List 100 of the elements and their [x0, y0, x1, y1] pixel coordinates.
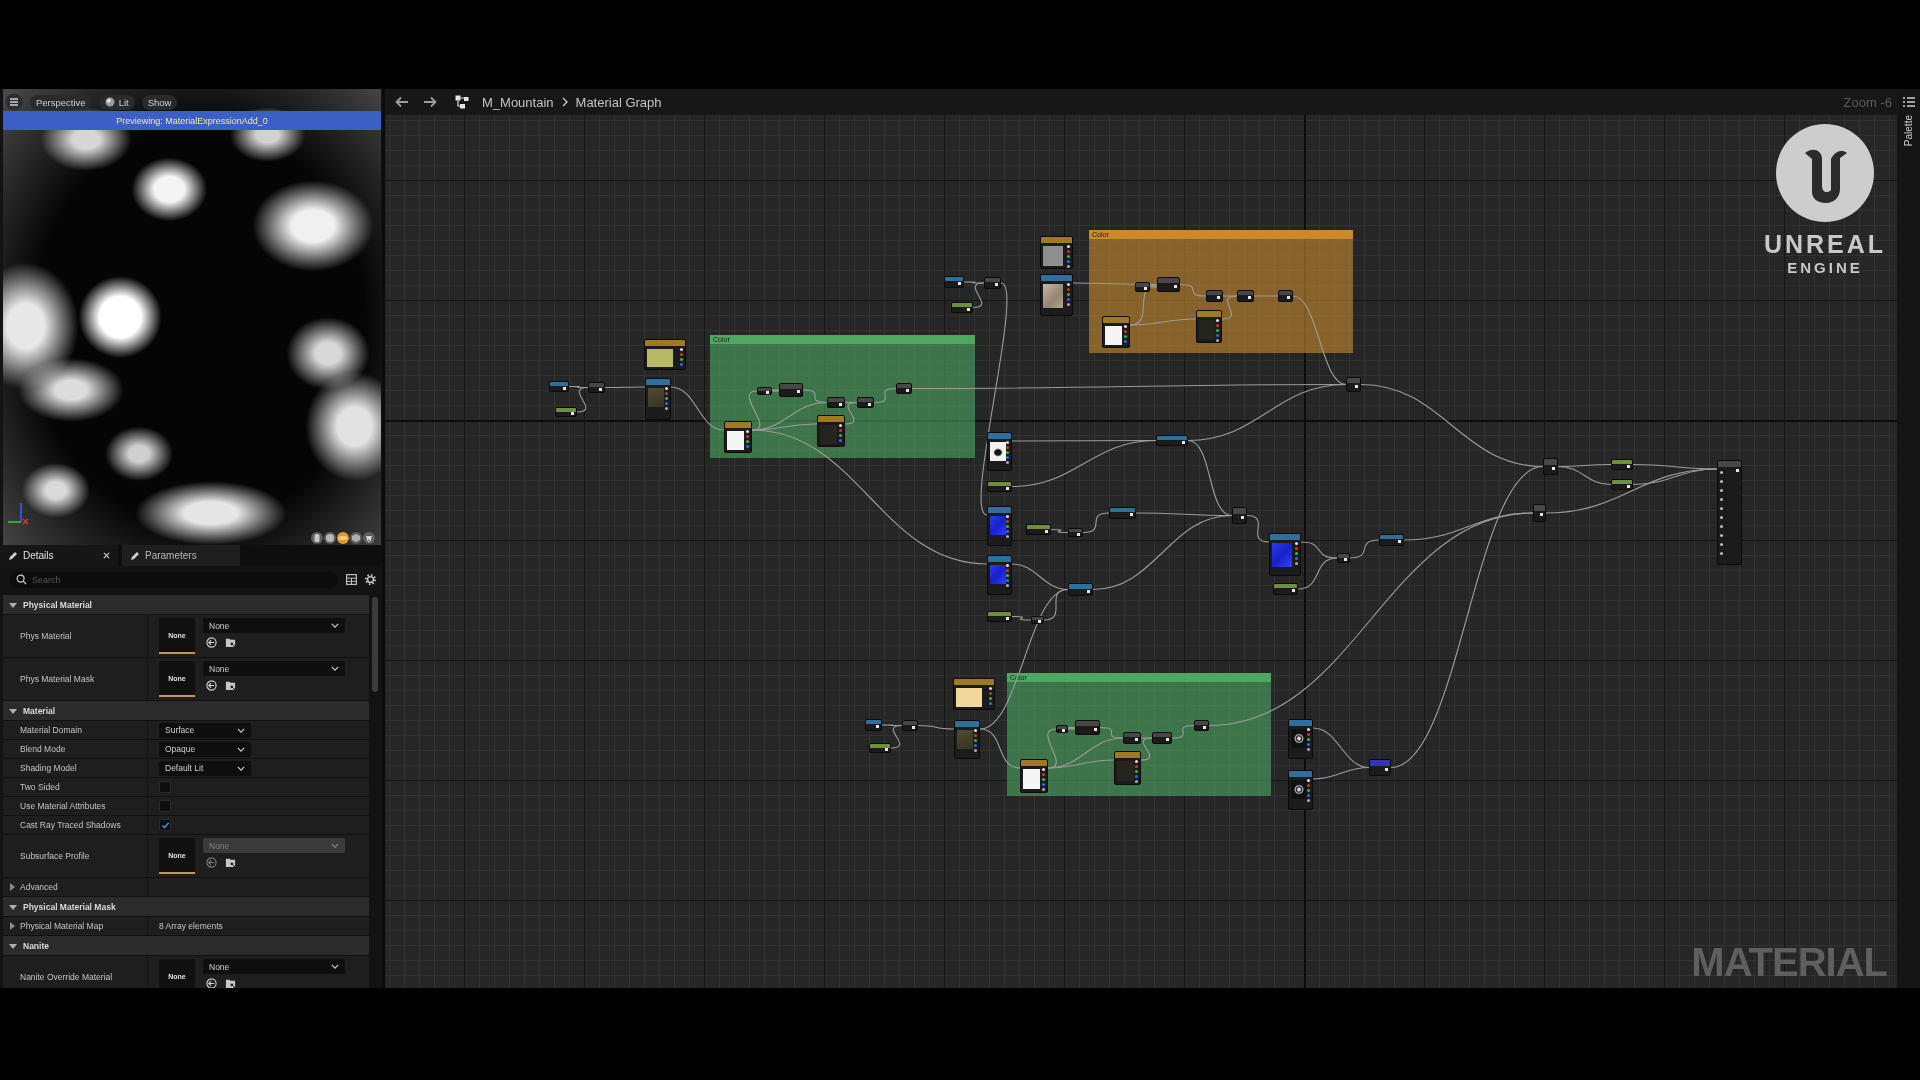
- mesh-icon[interactable]: [363, 532, 375, 544]
- material-node[interactable]: [987, 555, 1012, 595]
- cube-icon[interactable]: [350, 532, 362, 544]
- material-node[interactable]: [1273, 583, 1298, 595]
- folder-search-icon[interactable]: [225, 680, 236, 691]
- section-header[interactable]: Physical Material: [3, 595, 369, 614]
- material-node[interactable]: [827, 397, 845, 408]
- material-node[interactable]: [1611, 459, 1633, 470]
- material-node[interactable]: [984, 277, 1001, 289]
- material-node[interactable]: [902, 720, 918, 731]
- material-node[interactable]: [1068, 528, 1083, 537]
- material-node[interactable]: [1196, 310, 1222, 343]
- caret-icon[interactable]: [8, 922, 16, 930]
- material-node[interactable]: [1278, 290, 1293, 302]
- material-node[interactable]: [1114, 751, 1141, 785]
- material-node[interactable]: [1369, 759, 1391, 776]
- breadcrumb-link[interactable]: M_Mountain: [482, 94, 554, 110]
- material-node[interactable]: [1109, 507, 1136, 519]
- material-node[interactable]: [1135, 282, 1150, 292]
- checkbox[interactable]: [159, 819, 171, 831]
- material-node[interactable]: [869, 743, 891, 753]
- material-node[interactable]: [1288, 770, 1313, 810]
- checkbox[interactable]: [159, 781, 171, 793]
- palette-tab[interactable]: Palette: [1903, 115, 1914, 147]
- material-node[interactable]: [987, 611, 1012, 622]
- section-header[interactable]: Physical Material Mask: [3, 897, 369, 916]
- material-node[interactable]: [1533, 504, 1546, 522]
- material-node[interactable]: [1152, 732, 1172, 744]
- asset-dropdown[interactable]: None: [203, 661, 345, 676]
- material-node[interactable]: [724, 421, 752, 453]
- material-node[interactable]: [644, 339, 686, 370]
- viewport-toolbar-button[interactable]: Show: [141, 94, 178, 110]
- search-field[interactable]: Search: [10, 571, 338, 588]
- folder-search-icon[interactable]: [225, 857, 236, 868]
- material-node[interactable]: [1102, 316, 1130, 348]
- property-dropdown[interactable]: Surface: [159, 722, 251, 738]
- material-node[interactable]: [1543, 458, 1558, 475]
- asset-dropdown[interactable]: None: [203, 959, 345, 974]
- folder-search-icon[interactable]: [225, 637, 236, 648]
- material-node[interactable]: [896, 383, 912, 394]
- property-dropdown[interactable]: Default Lit: [159, 760, 251, 776]
- material-node[interactable]: [987, 481, 1012, 492]
- material-node[interactable]: [645, 378, 671, 420]
- list-icon[interactable]: [1902, 97, 1915, 107]
- view-mode-button[interactable]: Lit: [98, 94, 135, 110]
- material-node[interactable]: [1026, 524, 1051, 535]
- section-header[interactable]: Nanite: [3, 936, 369, 955]
- close-icon[interactable]: [103, 552, 110, 559]
- material-node[interactable]: [757, 387, 772, 395]
- material-node[interactable]: [817, 415, 845, 447]
- viewport-toolbar-button[interactable]: Perspective: [30, 94, 92, 110]
- material-node[interactable]: [1288, 719, 1313, 759]
- material-node[interactable]: [953, 678, 995, 710]
- material-node[interactable]: [857, 397, 874, 408]
- material-node[interactable]: [1337, 553, 1350, 563]
- material-node[interactable]: [1237, 290, 1254, 302]
- cylinder-icon[interactable]: [311, 532, 323, 544]
- plane-icon[interactable]: [337, 532, 349, 544]
- material-node[interactable]: [1031, 616, 1044, 624]
- material-node[interactable]: [1020, 759, 1048, 793]
- material-node[interactable]: [954, 720, 980, 759]
- material-node[interactable]: [944, 276, 964, 288]
- material-node[interactable]: [1040, 274, 1073, 316]
- material-node[interactable]: [987, 432, 1012, 471]
- material-node[interactable]: [865, 719, 882, 731]
- material-node[interactable]: [1206, 290, 1223, 302]
- material-node[interactable]: [1232, 507, 1247, 524]
- arrow-right-icon[interactable]: [423, 96, 437, 108]
- panel-tab[interactable]: Parameters: [122, 545, 240, 566]
- material-node[interactable]: [1157, 277, 1180, 292]
- table-icon[interactable]: [346, 574, 357, 585]
- menu-icon[interactable]: [5, 93, 23, 111]
- sphere-icon[interactable]: [324, 532, 336, 544]
- material-node[interactable]: [1056, 725, 1068, 733]
- material-node[interactable]: [1194, 720, 1209, 731]
- material-node[interactable]: [1346, 377, 1361, 392]
- material-node[interactable]: [1269, 533, 1301, 576]
- asset-dropdown[interactable]: None: [203, 618, 345, 633]
- scrollbar[interactable]: [372, 597, 378, 692]
- property-dropdown[interactable]: Opaque: [159, 741, 251, 757]
- panel-tab[interactable]: Details: [0, 545, 118, 566]
- material-node[interactable]: [549, 381, 569, 392]
- property-row[interactable]: Advanced: [3, 878, 369, 896]
- material-node[interactable]: [1379, 534, 1404, 546]
- checkbox[interactable]: [159, 800, 171, 812]
- material-node[interactable]: [1611, 479, 1633, 490]
- material-node[interactable]: [951, 302, 973, 313]
- property-row[interactable]: Physical Material Map 8 Array elements: [3, 917, 369, 935]
- material-node[interactable]: [1717, 460, 1742, 565]
- arrow-left-icon[interactable]: [395, 96, 409, 108]
- caret-icon[interactable]: [8, 883, 16, 891]
- settings-icon[interactable]: [365, 574, 376, 585]
- material-node[interactable]: [1075, 720, 1100, 735]
- material-node[interactable]: [1040, 236, 1073, 269]
- material-node[interactable]: [588, 382, 605, 393]
- section-header[interactable]: Material: [3, 701, 369, 720]
- material-node[interactable]: [1156, 435, 1188, 446]
- material-node[interactable]: [1068, 583, 1093, 596]
- material-node[interactable]: [779, 383, 803, 397]
- material-node[interactable]: [1123, 732, 1141, 744]
